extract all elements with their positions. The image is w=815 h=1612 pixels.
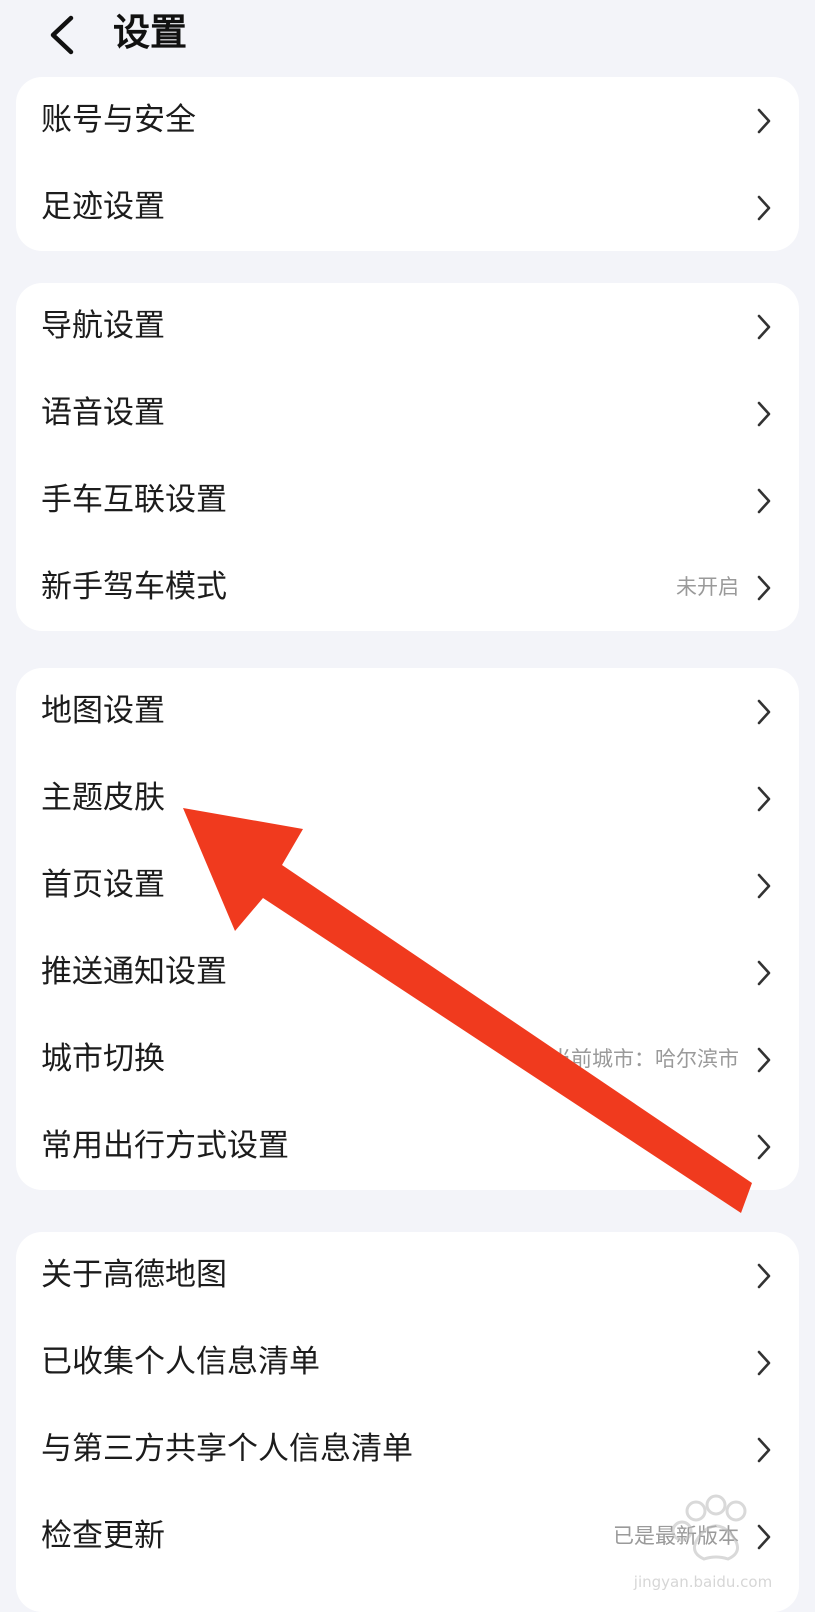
- settings-item-status: 已是最新版本: [613, 1524, 739, 1548]
- settings-item-label: 地图设置: [41, 693, 165, 729]
- settings-item-label: 语音设置: [41, 395, 165, 431]
- chevron-right-icon: [755, 194, 773, 222]
- chevron-right-icon: [755, 1133, 773, 1161]
- settings-item-travel-mode[interactable]: 常用出行方式设置: [16, 1103, 799, 1190]
- settings-item-account-security[interactable]: 账号与安全: [16, 77, 799, 164]
- settings-item-label: 推送通知设置: [41, 954, 227, 990]
- settings-item-navigation[interactable]: 导航设置: [16, 283, 799, 370]
- settings-item-theme-skin[interactable]: 主题皮肤: [16, 755, 799, 842]
- chevron-right-icon: [755, 1349, 773, 1377]
- chevron-right-icon: [755, 1523, 773, 1551]
- settings-group-map: 地图设置 主题皮肤 首页设置 推送通知设置 城市切换 当前城市：哈尔滨市 常用出…: [16, 668, 799, 1190]
- settings-item-label: 首页设置: [41, 867, 165, 903]
- settings-item-label: 已收集个人信息清单: [41, 1344, 320, 1380]
- settings-item-label: 主题皮肤: [41, 780, 165, 816]
- settings-item-check-update[interactable]: 检查更新 已是最新版本: [16, 1493, 799, 1580]
- settings-item-voice[interactable]: 语音设置: [16, 370, 799, 457]
- settings-item-label: 账号与安全: [41, 102, 196, 138]
- settings-item-about[interactable]: 关于高德地图: [16, 1232, 799, 1319]
- settings-item-label: 城市切换: [41, 1041, 165, 1077]
- chevron-right-icon: [755, 574, 773, 602]
- settings-item-label: 检查更新: [41, 1518, 165, 1554]
- chevron-right-icon: [755, 1262, 773, 1290]
- page-title: 设置: [113, 11, 187, 54]
- chevron-right-icon: [755, 785, 773, 813]
- settings-item-city-switch[interactable]: 城市切换 当前城市：哈尔滨市: [16, 1016, 799, 1103]
- chevron-right-icon: [755, 1046, 773, 1074]
- chevron-right-icon: [755, 107, 773, 135]
- chevron-right-icon: [755, 400, 773, 428]
- chevron-left-icon: [50, 15, 74, 55]
- settings-item-label: 新手驾车模式: [41, 569, 227, 605]
- settings-group-about: 关于高德地图 已收集个人信息清单 与第三方共享个人信息清单 检查更新 已是最新版…: [16, 1232, 799, 1612]
- settings-item-label: 手车互联设置: [41, 482, 227, 518]
- settings-item-push-notifications[interactable]: 推送通知设置: [16, 929, 799, 1016]
- settings-item-map[interactable]: 地图设置: [16, 668, 799, 755]
- settings-item-third-party-sharing[interactable]: 与第三方共享个人信息清单: [16, 1406, 799, 1493]
- chevron-right-icon: [755, 698, 773, 726]
- settings-item-novice-driving-mode[interactable]: 新手驾车模式 未开启: [16, 544, 799, 631]
- settings-item-label: 常用出行方式设置: [41, 1128, 289, 1164]
- settings-item-label: 导航设置: [41, 308, 165, 344]
- settings-item-phone-car-link[interactable]: 手车互联设置: [16, 457, 799, 544]
- chevron-right-icon: [755, 959, 773, 987]
- chevron-right-icon: [755, 487, 773, 515]
- back-button[interactable]: [40, 10, 90, 60]
- settings-item-footprint[interactable]: 足迹设置: [16, 164, 799, 251]
- settings-item-label: 关于高德地图: [41, 1257, 227, 1293]
- header-bar: 设置: [0, 0, 815, 70]
- chevron-right-icon: [755, 1436, 773, 1464]
- settings-item-label: 与第三方共享个人信息清单: [41, 1431, 413, 1467]
- chevron-right-icon: [755, 313, 773, 341]
- settings-group-account: 账号与安全 足迹设置: [16, 77, 799, 251]
- settings-item-collected-info[interactable]: 已收集个人信息清单: [16, 1319, 799, 1406]
- settings-item-label: 足迹设置: [41, 189, 165, 225]
- settings-item-status: 当前城市：哈尔滨市: [550, 1047, 739, 1071]
- settings-group-navigation: 导航设置 语音设置 手车互联设置 新手驾车模式 未开启: [16, 283, 799, 631]
- settings-item-homepage[interactable]: 首页设置: [16, 842, 799, 929]
- chevron-right-icon: [755, 872, 773, 900]
- settings-item-status: 未开启: [676, 575, 739, 599]
